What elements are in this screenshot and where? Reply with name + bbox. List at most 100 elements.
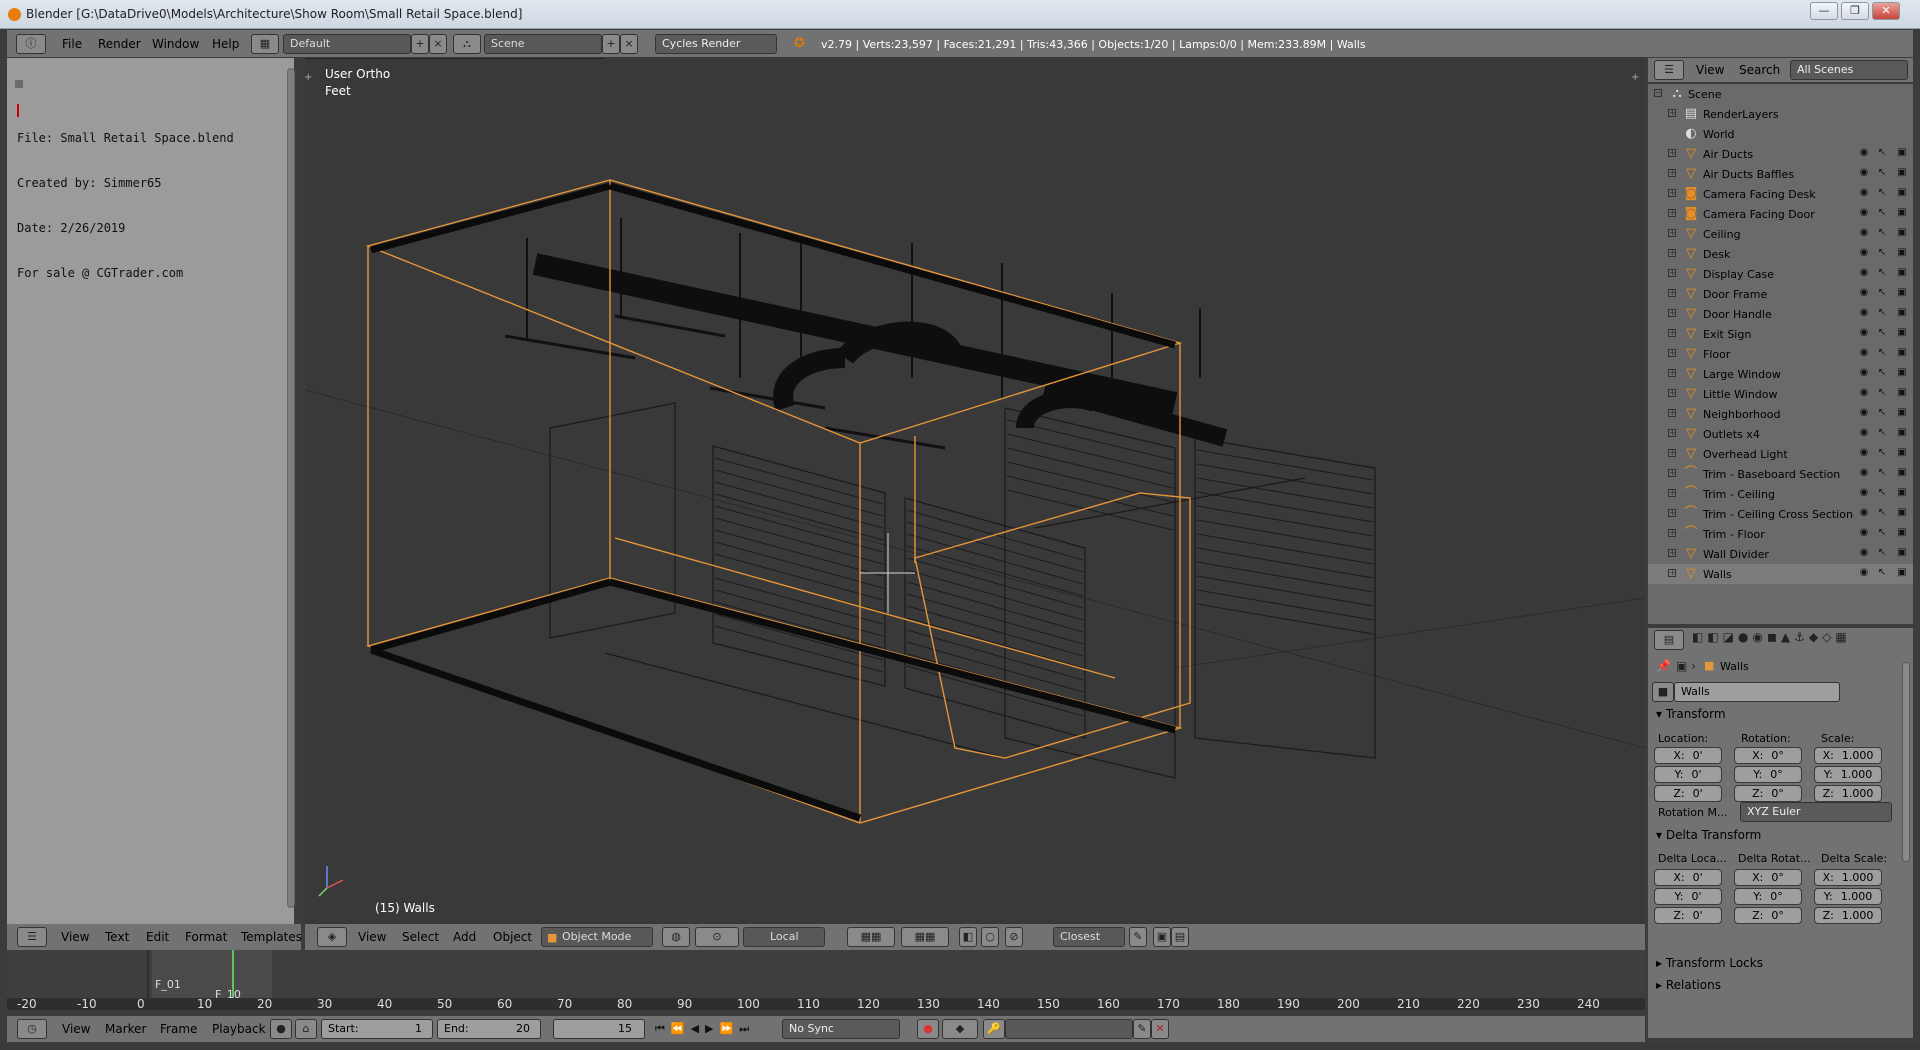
maximize-button[interactable]: ❐	[1841, 2, 1869, 20]
renderability-icon[interactable]: ▣	[1895, 407, 1909, 421]
insert-keyframe-icon[interactable]: ✎	[1133, 1019, 1151, 1039]
tool-region-plus-icon[interactable]: +	[305, 72, 312, 83]
layout-remove-icon[interactable]: ×	[429, 34, 447, 54]
selectability-icon[interactable]: ↖	[1875, 467, 1889, 481]
renderability-icon[interactable]: ▣	[1895, 207, 1909, 221]
timeline[interactable]: F_01 F_10 -20 -10 0 10 20 30 40 50 60 70 80 90 100 11…	[7, 950, 1645, 1010]
outliner-item[interactable]: + ◙ Camera Facing Door ◉ ↖ ▣	[1648, 204, 1913, 224]
expand-icon[interactable]: +	[1668, 549, 1676, 557]
expand-icon[interactable]: +	[1668, 149, 1676, 157]
render-anim-icon[interactable]: ▤	[1171, 927, 1189, 947]
selectability-icon[interactable]: ↖	[1875, 147, 1889, 161]
expand-icon[interactable]: +	[1668, 229, 1676, 237]
mode-select[interactable]: Object Mode	[541, 927, 653, 947]
visibility-icon[interactable]: ◉	[1857, 447, 1871, 461]
editor-type-outliner-icon[interactable]: ☰	[1654, 60, 1684, 80]
scale-y-field[interactable]: Y: 1.000	[1814, 766, 1882, 783]
expand-icon[interactable]: +	[1668, 269, 1676, 277]
expand-icon[interactable]: +	[1668, 389, 1676, 397]
rotation-x-field[interactable]: X: 0°	[1734, 869, 1802, 886]
end-frame-field[interactable]: End: 20	[437, 1019, 541, 1039]
renderability-icon[interactable]: ▣	[1895, 307, 1909, 321]
3d-viewport[interactable]: User Ortho Feet (15) Walls + +	[305, 58, 1645, 924]
outliner-item[interactable]: + ▽ Display Case ◉ ↖ ▣	[1648, 264, 1913, 284]
visibility-icon[interactable]: ◉	[1857, 467, 1871, 481]
menu-file[interactable]: File	[62, 37, 82, 51]
selectability-icon[interactable]: ↖	[1875, 167, 1889, 181]
renderability-icon[interactable]: ▣	[1895, 247, 1909, 261]
outliner-item[interactable]: + ▽ Ceiling ◉ ↖ ▣	[1648, 224, 1913, 244]
selectability-icon[interactable]: ↖	[1875, 447, 1889, 461]
renderability-icon[interactable]: ▣	[1895, 367, 1909, 381]
layers-icon[interactable]: ▦▦	[847, 927, 895, 947]
editor-type-properties-icon[interactable]: ▤	[1654, 630, 1684, 650]
expand-icon[interactable]: +	[1668, 529, 1676, 537]
layers-2-icon[interactable]: ▦▦	[901, 927, 949, 947]
outliner-item[interactable]: ◐ World	[1648, 124, 1913, 144]
renderability-icon[interactable]: ▣	[1895, 227, 1909, 241]
expand-icon[interactable]: +	[1668, 449, 1676, 457]
visibility-icon[interactable]: ◉	[1857, 307, 1871, 321]
selectability-icon[interactable]: ↖	[1875, 207, 1889, 221]
menu-search[interactable]: Search	[1739, 63, 1780, 77]
renderability-icon[interactable]: ▣	[1895, 427, 1909, 441]
visibility-icon[interactable]: ◉	[1857, 227, 1871, 241]
visibility-icon[interactable]: ◉	[1857, 347, 1871, 361]
display-mode-select[interactable]: All Scenes	[1790, 60, 1908, 80]
menu-view[interactable]: View	[1696, 63, 1724, 77]
expand-icon[interactable]: +	[1668, 409, 1676, 417]
render-engine-select[interactable]: Cycles Render	[655, 34, 777, 54]
expand-icon[interactable]: +	[1668, 309, 1676, 317]
selectability-icon[interactable]: ↖	[1875, 267, 1889, 281]
outliner-item[interactable]: + ▽ Door Handle ◉ ↖ ▣	[1648, 304, 1913, 324]
outliner-item[interactable]: + ⌒ Trim - Ceiling ◉ ↖ ▣	[1648, 484, 1913, 504]
scale-x-field[interactable]: X: 1.000	[1814, 747, 1882, 764]
expand-icon[interactable]: +	[1668, 209, 1676, 217]
menu-object[interactable]: Object	[493, 930, 532, 944]
menu-playback[interactable]: Playback	[212, 1022, 266, 1036]
outliner[interactable]: − ⛬ Scene + ▤ RenderLayers ◐ World + ▽ Air Duct…	[1648, 84, 1913, 624]
auto-key-icon[interactable]: ●	[917, 1019, 939, 1039]
selectability-icon[interactable]: ↖	[1875, 307, 1889, 321]
menu-view[interactable]: View	[358, 930, 386, 944]
expand-icon[interactable]: +	[1668, 509, 1676, 517]
layout-icon[interactable]: ▦	[251, 34, 279, 54]
selectability-icon[interactable]: ↖	[1875, 247, 1889, 261]
rotation-y-field[interactable]: Y: 0°	[1734, 766, 1802, 783]
selectability-icon[interactable]: ↖	[1875, 387, 1889, 401]
outliner-item[interactable]: + ◙ Camera Facing Desk ◉ ↖ ▣	[1648, 184, 1913, 204]
scene-row[interactable]: − ⛬ Scene	[1648, 84, 1913, 104]
menu-marker[interactable]: Marker	[105, 1022, 146, 1036]
text-content[interactable]: File: Small Retail Space.blend Created b…	[17, 101, 234, 311]
editor-type-text-icon[interactable]: ☰	[17, 927, 47, 947]
outliner-item[interactable]: + ⌒ Trim - Floor ◉ ↖ ▣	[1648, 524, 1913, 544]
selectability-icon[interactable]: ↖	[1875, 427, 1889, 441]
outliner-item[interactable]: + ▽ Desk ◉ ↖ ▣	[1648, 244, 1913, 264]
delete-keyframe-icon[interactable]: ✕	[1151, 1019, 1169, 1039]
expand-icon[interactable]: +	[1668, 109, 1676, 117]
editor-type-info-icon[interactable]: ⓘ	[16, 34, 46, 54]
properties-tabs[interactable]: ◧◧◪●◉◼▲⚓◆◇▦	[1692, 630, 1910, 650]
rotation-y-field[interactable]: Y: 0°	[1734, 888, 1802, 905]
scale-z-field[interactable]: Z: 1.000	[1814, 907, 1882, 924]
renderability-icon[interactable]: ▣	[1895, 327, 1909, 341]
visibility-icon[interactable]: ◉	[1857, 407, 1871, 421]
scale-y-field[interactable]: Y: 1.000	[1814, 888, 1882, 905]
current-frame-field[interactable]: 15	[553, 1019, 645, 1039]
layout-add-icon[interactable]: +	[411, 34, 429, 54]
snap-target-select[interactable]: Closest	[1053, 927, 1125, 947]
text-scrollbar[interactable]	[287, 68, 295, 908]
renderability-icon[interactable]: ▣	[1895, 507, 1909, 521]
expand-icon[interactable]: +	[1668, 189, 1676, 197]
location-z-field[interactable]: Z: 0'	[1654, 785, 1722, 802]
region-toggle-icon[interactable]	[15, 80, 23, 88]
collapse-icon[interactable]: −	[1654, 89, 1662, 97]
expand-icon[interactable]: +	[1668, 349, 1676, 357]
renderability-icon[interactable]: ▣	[1895, 187, 1909, 201]
visibility-icon[interactable]: ◉	[1857, 547, 1871, 561]
renderability-icon[interactable]: ▣	[1895, 447, 1909, 461]
location-z-field[interactable]: Z: 0'	[1654, 907, 1722, 924]
rotation-z-field[interactable]: Z: 0°	[1734, 907, 1802, 924]
location-y-field[interactable]: Y: 0'	[1654, 766, 1722, 783]
playback-controls[interactable]: ⏮⏪◀▶⏩⏭	[655, 1019, 767, 1039]
